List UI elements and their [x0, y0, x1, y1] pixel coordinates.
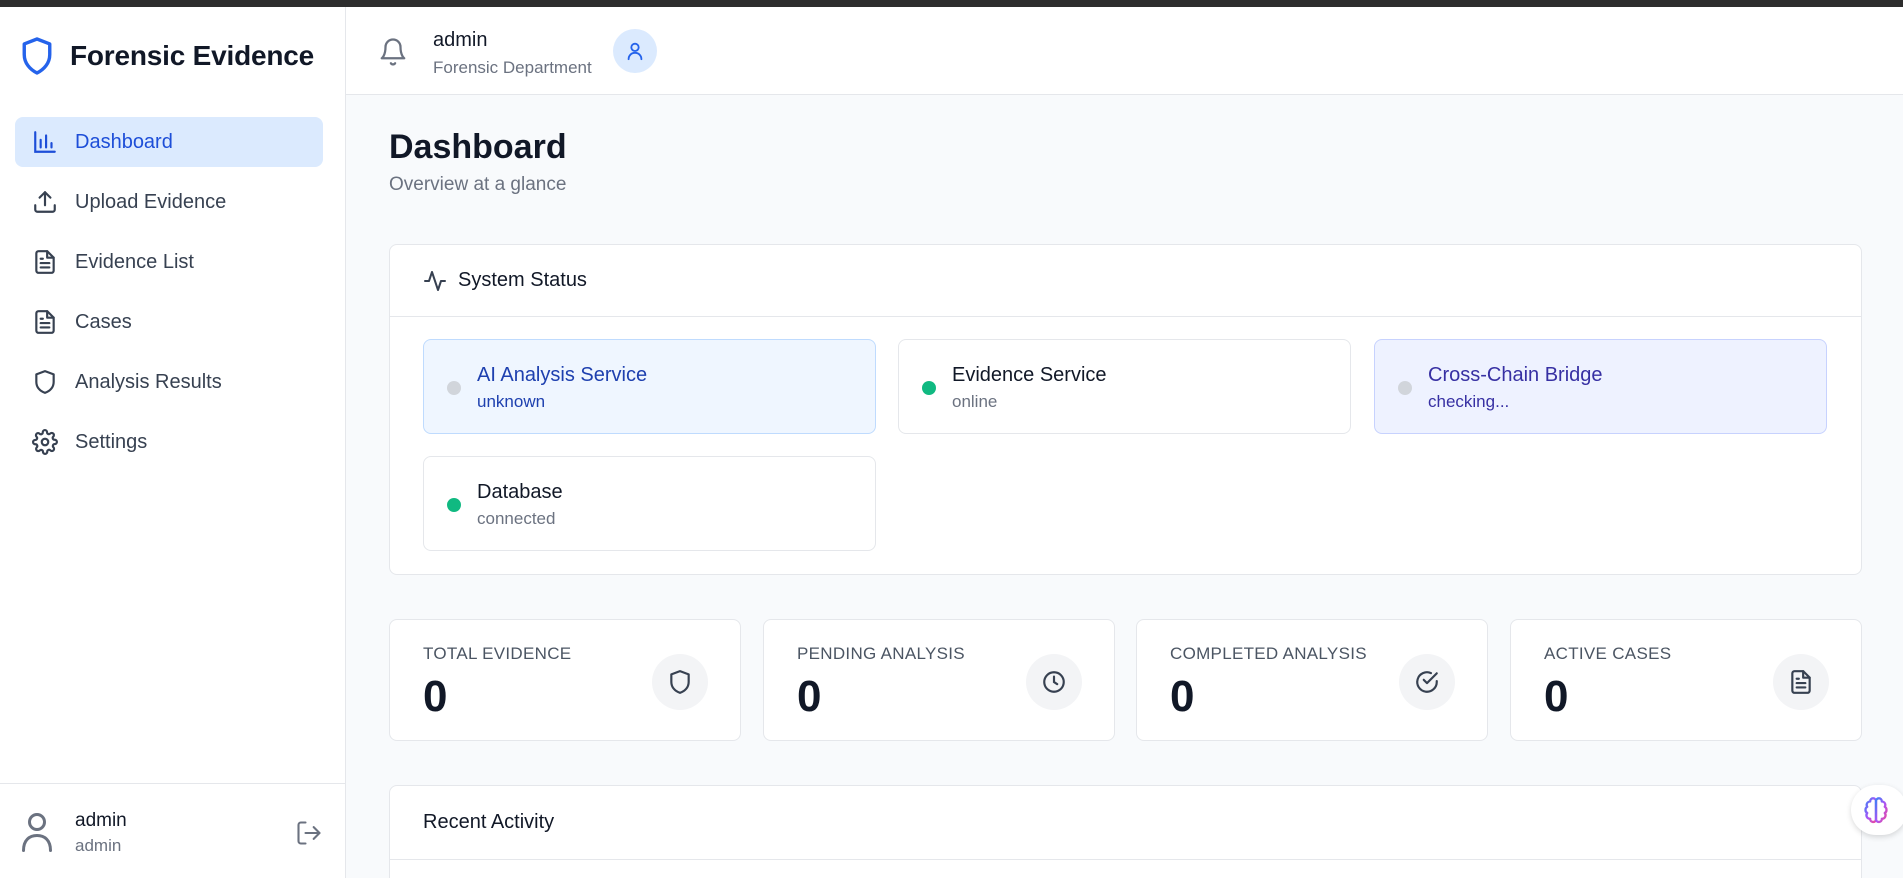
brand[interactable]: Forensic Evidence	[20, 31, 314, 81]
stat-value: 0	[1544, 672, 1569, 721]
header-user-name: admin	[433, 29, 488, 51]
service-status: checking...	[1428, 392, 1510, 411]
service-name: Database	[477, 481, 563, 503]
ai-assistant-button[interactable]	[1851, 785, 1903, 835]
header-avatar[interactable]	[613, 29, 657, 73]
service-evidence: Evidence Service online	[898, 339, 1351, 434]
system-status-header: System Status	[390, 245, 1861, 317]
stat-label: PENDING ANALYSIS	[797, 644, 965, 663]
document-icon	[1773, 654, 1829, 710]
bell-icon[interactable]	[378, 35, 408, 69]
sidebar: Forensic Evidence Dashboard Upload Evide…	[0, 7, 346, 878]
stat-label: ACTIVE CASES	[1544, 644, 1672, 663]
sidebar-item-label: Upload Evidence	[75, 190, 227, 213]
page-subtitle: Overview at a glance	[389, 174, 567, 195]
service-name: AI Analysis Service	[477, 364, 648, 386]
window-top-strip	[0, 0, 1903, 7]
shield-icon	[32, 369, 58, 395]
bar-chart-icon	[32, 129, 58, 155]
service-status: connected	[477, 509, 556, 528]
sidebar-item-upload-evidence[interactable]: Upload Evidence	[15, 177, 323, 227]
clock-icon	[1026, 654, 1082, 710]
stat-total-evidence: TOTAL EVIDENCE 0	[389, 619, 741, 741]
document-icon	[32, 309, 58, 335]
shield-icon	[652, 654, 708, 710]
service-status: unknown	[477, 392, 546, 411]
app-title: Forensic Evidence	[70, 40, 315, 71]
service-cross-chain-bridge: Cross-Chain Bridge checking...	[1374, 339, 1827, 434]
sidebar-user-name: admin	[75, 810, 127, 831]
sidebar-item-label: Evidence List	[75, 250, 194, 273]
sidebar-user-role: admin	[75, 836, 122, 855]
top-header: admin Forensic Department	[346, 7, 1903, 95]
user-icon	[627, 42, 643, 61]
status-indicator	[447, 498, 461, 512]
recent-activity-card: Recent Activity	[389, 785, 1862, 878]
status-indicator	[922, 381, 936, 395]
user-avatar-icon	[22, 813, 52, 852]
status-indicator	[447, 381, 461, 395]
service-name: Cross-Chain Bridge	[1428, 364, 1603, 386]
stat-label: COMPLETED ANALYSIS	[1170, 644, 1367, 663]
stat-value: 0	[1170, 672, 1195, 721]
service-status: online	[952, 392, 998, 411]
stat-value: 0	[797, 672, 822, 721]
document-icon	[32, 249, 58, 275]
recent-activity-title: Recent Activity	[390, 786, 1861, 860]
service-database: Database connected	[423, 456, 876, 551]
header-user-department: Forensic Department	[433, 58, 592, 77]
stat-value: 0	[423, 672, 448, 721]
activity-icon	[424, 270, 446, 291]
stat-pending-analysis: PENDING ANALYSIS 0	[763, 619, 1115, 741]
sidebar-item-analysis-results[interactable]: Analysis Results	[15, 357, 323, 407]
sidebar-item-settings[interactable]: Settings	[15, 417, 323, 467]
stat-completed-analysis: COMPLETED ANALYSIS 0	[1136, 619, 1488, 741]
sidebar-item-label: Settings	[75, 430, 148, 453]
status-indicator	[1398, 381, 1412, 395]
page-title: Dashboard	[389, 128, 567, 166]
gear-icon	[32, 429, 58, 455]
header-user-info: admin Forensic Department	[433, 29, 592, 78]
service-name: Evidence Service	[952, 364, 1107, 386]
service-ai-analysis: AI Analysis Service unknown	[423, 339, 876, 434]
sidebar-item-label: Cases	[75, 310, 132, 333]
system-status-title: System Status	[458, 269, 587, 291]
sidebar-item-cases[interactable]: Cases	[15, 297, 323, 347]
brain-icon	[1864, 797, 1888, 824]
logout-icon[interactable]	[295, 819, 323, 847]
stat-label: TOTAL EVIDENCE	[423, 644, 572, 663]
system-status-card: System Status AI Analysis Service unknow…	[389, 244, 1862, 575]
check-circle-icon	[1399, 654, 1455, 710]
sidebar-item-evidence-list[interactable]: Evidence List	[15, 237, 323, 287]
sidebar-item-label: Analysis Results	[75, 370, 222, 393]
shield-logo-icon	[22, 37, 52, 75]
sidebar-user-panel: admin admin	[0, 783, 346, 878]
sidebar-item-dashboard[interactable]: Dashboard	[15, 117, 323, 167]
sidebar-nav: Dashboard Upload Evidence Evidence List …	[15, 117, 323, 477]
upload-icon	[32, 189, 58, 215]
sidebar-item-label: Dashboard	[75, 130, 173, 153]
stat-active-cases: ACTIVE CASES 0	[1510, 619, 1862, 741]
